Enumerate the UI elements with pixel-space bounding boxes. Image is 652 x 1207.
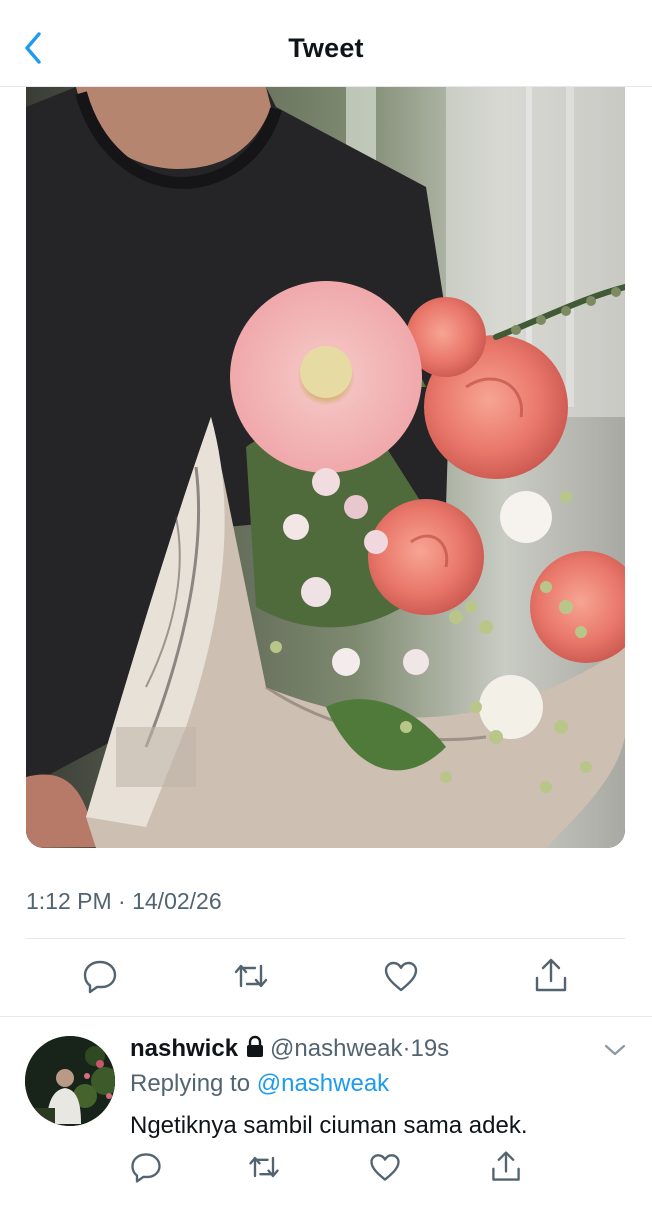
tweet-photo[interactable] xyxy=(26,87,625,848)
replying-to-link[interactable]: @nashweak xyxy=(257,1070,389,1097)
chevron-down-icon[interactable] xyxy=(602,1039,628,1061)
lock-icon xyxy=(244,1035,266,1066)
replying-to-label: Replying to xyxy=(130,1070,257,1097)
reply-header: nashwick @nashweak·19s xyxy=(130,1035,449,1066)
user-handle[interactable]: @nashweak xyxy=(270,1035,402,1062)
avatar[interactable] xyxy=(25,1036,115,1126)
reply-time: 19s xyxy=(410,1035,450,1062)
share-icon[interactable] xyxy=(488,1149,528,1189)
reply-tweet[interactable]: nashwick @nashweak·19s Replying to @nashw… xyxy=(0,1017,652,1200)
reply-action-bar xyxy=(0,1147,652,1207)
retweet-icon[interactable] xyxy=(231,956,271,996)
reply-icon[interactable] xyxy=(128,1149,168,1189)
tweet-timestamp: 1:12 PM · 14/02/26 xyxy=(26,888,222,914)
page-title: Tweet xyxy=(288,33,364,63)
top-nav-bar: Tweet xyxy=(0,0,652,87)
like-icon[interactable] xyxy=(381,956,421,996)
reply-text: Ngetiknya sambil ciuman sama adek. xyxy=(130,1112,528,1139)
like-icon[interactable] xyxy=(367,1149,407,1189)
retweet-icon[interactable] xyxy=(246,1149,286,1189)
share-icon[interactable] xyxy=(531,956,571,996)
divider xyxy=(26,938,625,939)
display-name[interactable]: nashwick xyxy=(130,1035,238,1062)
replying-to: Replying to @nashweak xyxy=(130,1070,389,1098)
reply-icon[interactable] xyxy=(80,956,120,996)
tweet-action-bar xyxy=(0,948,652,1008)
